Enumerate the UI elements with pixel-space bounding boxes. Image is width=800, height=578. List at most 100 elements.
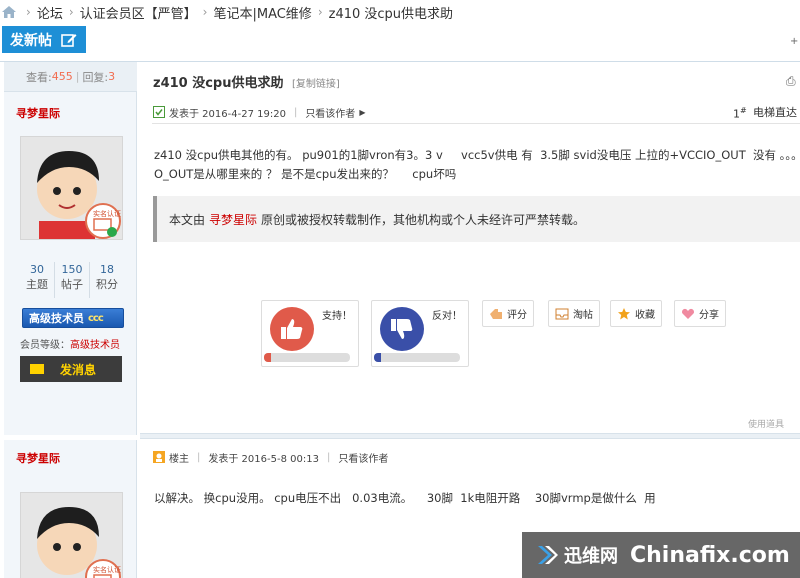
meta-separator: | bbox=[326, 451, 331, 463]
favorite-button[interactable]: 收藏 bbox=[610, 300, 662, 327]
verified-badge-text: 实名认证 bbox=[93, 210, 121, 218]
tray-icon bbox=[555, 308, 569, 319]
home-icon[interactable] bbox=[2, 6, 16, 18]
stat-value: 150 bbox=[61, 263, 83, 276]
support-label: 支持！ bbox=[322, 311, 352, 322]
chinafix-logo-icon bbox=[538, 546, 558, 564]
share-button[interactable]: 分享 bbox=[674, 300, 726, 327]
views-label: 查看: bbox=[26, 70, 52, 84]
meta-separator: | bbox=[293, 106, 298, 118]
post-date: 发表于 2016-4-27 19:20 bbox=[169, 108, 286, 120]
rate-label: 评分 bbox=[507, 310, 527, 321]
author-sidebar: 寻梦星际 实名认证 bbox=[4, 440, 137, 578]
stat-label: 帖子 bbox=[61, 278, 83, 291]
send-message-button[interactable]: 发消息 bbox=[20, 356, 122, 382]
heart-icon bbox=[681, 308, 695, 319]
stat-label: 积分 bbox=[96, 278, 118, 291]
views-count: 455 bbox=[51, 70, 73, 83]
post-content: 以解决。 换cpu没用。 cpu电压不出 0.03电流。 30脚 1k电阻开路 … bbox=[154, 491, 656, 505]
breadcrumb-laptop-repair[interactable]: 笔记本|MAC维修 bbox=[213, 3, 311, 22]
copy-link[interactable]: [复制链接] bbox=[292, 79, 340, 90]
stat-points[interactable]: 18 积分 bbox=[89, 262, 124, 298]
new-post-label: 发新帖 bbox=[10, 31, 52, 48]
new-post-button[interactable]: 发新帖 bbox=[2, 26, 86, 53]
stat-value: 30 bbox=[30, 263, 44, 276]
support-button[interactable]: 支持！ bbox=[261, 300, 359, 367]
breadcrumb-current-thread[interactable]: z410 没cpu供电求助 bbox=[329, 3, 453, 22]
stats-separator: | bbox=[75, 70, 80, 83]
caret-right-icon: ▶ bbox=[359, 107, 366, 117]
thread-stats: 查看: 455 | 回复: 3 bbox=[4, 62, 137, 92]
breadcrumb-forum[interactable]: 论坛 bbox=[37, 3, 63, 22]
copyright-prefix: 本文由 bbox=[169, 212, 206, 227]
author-name[interactable]: 寻梦星际 bbox=[16, 105, 60, 121]
rate-button[interactable]: 评分 bbox=[482, 300, 534, 327]
author-stats: 30 主题 150 帖子 18 积分 bbox=[20, 262, 124, 298]
collect-thread-button[interactable]: 淘帖 bbox=[548, 300, 600, 327]
rank-badge: 高级技术员 ccc bbox=[22, 308, 124, 328]
breadcrumb-separator: › bbox=[317, 5, 323, 19]
replies-count: 3 bbox=[108, 70, 116, 83]
stat-label: 主题 bbox=[26, 278, 48, 291]
watermark-en: Chinafix.com bbox=[630, 542, 790, 568]
scroll-fragment: + bbox=[790, 36, 799, 47]
post-date: 发表于 2016-5-8 00:13 bbox=[208, 453, 319, 465]
thread-title-text: z410 没cpu供电求助 bbox=[153, 76, 284, 91]
post-divider bbox=[140, 433, 800, 439]
author-sidebar: 寻梦星际 实名认证 30 主题 150 帖子 18 积分 高级技术员 ccc 会… bbox=[4, 92, 137, 435]
breadcrumb-separator: › bbox=[26, 5, 31, 19]
share-label: 分享 bbox=[699, 310, 719, 321]
floor-number: 1# bbox=[733, 106, 747, 121]
breadcrumb-certified-zone[interactable]: 认证会员区【严管】 bbox=[80, 3, 197, 22]
star-icon bbox=[618, 307, 630, 319]
print-icon[interactable]: ⎙ bbox=[786, 74, 796, 89]
copyright-notice: 本文由 寻梦星际 原创或被授权转载制作，其他机构或个人未经许可严禁转载。 bbox=[153, 196, 800, 242]
rank-label: 高级技术员 bbox=[29, 312, 84, 325]
only-author-link[interactable]: 只看该作者 bbox=[305, 105, 355, 120]
collect-thread-label: 淘帖 bbox=[573, 310, 593, 321]
post-content: z410 没cpu供电其他的有。 pu901的1脚vron有3。3 v vcc5… bbox=[154, 148, 800, 181]
author-name[interactable]: 寻梦星际 bbox=[16, 450, 60, 466]
replies-label: 回复: bbox=[82, 70, 109, 84]
send-message-label: 发消息 bbox=[60, 362, 97, 377]
breadcrumb-separator: › bbox=[68, 5, 74, 19]
level-value: 高级技术员 bbox=[70, 340, 120, 351]
rank-level-icon: ccc bbox=[88, 312, 104, 324]
floor-number-value: 1 bbox=[733, 107, 740, 121]
rate-icon bbox=[490, 308, 502, 319]
edit-icon bbox=[61, 33, 77, 47]
envelope-icon bbox=[30, 364, 44, 374]
post-meta: 发表于 2016-4-27 19:20 | 只看该作者 ▶ bbox=[153, 104, 365, 120]
only-author-link[interactable]: 只看该作者 bbox=[338, 450, 388, 465]
elevator-jump-link[interactable]: 电梯直达 bbox=[753, 104, 797, 120]
oppose-progress-fill bbox=[374, 353, 381, 362]
level-label: 会员等级： bbox=[20, 340, 70, 351]
support-progress-fill bbox=[264, 353, 271, 362]
thread-title: z410 没cpu供电求助 [复制链接] bbox=[153, 72, 340, 91]
thread-starter-icon bbox=[153, 451, 165, 463]
stat-topics[interactable]: 30 主题 bbox=[20, 262, 54, 298]
avatar-image bbox=[21, 137, 122, 239]
oppose-progress bbox=[374, 353, 460, 362]
copyright-author-link[interactable]: 寻梦星际 bbox=[209, 211, 257, 228]
floor-suffix: # bbox=[740, 106, 747, 115]
avatar[interactable]: 实名认证 bbox=[20, 136, 123, 240]
oppose-button[interactable]: 反对！ bbox=[371, 300, 469, 367]
thumbs-up-icon bbox=[270, 307, 314, 351]
breadcrumb-separator: › bbox=[202, 5, 208, 19]
post-meta: 楼主 | 发表于 2016-5-8 00:13 | 只看该作者 bbox=[153, 449, 388, 465]
thread-starter-label: 楼主 bbox=[169, 453, 189, 465]
verified-badge-text: 实名认证 bbox=[93, 566, 121, 574]
favorite-label: 收藏 bbox=[635, 310, 655, 321]
breadcrumb: › 论坛 › 认证会员区【严管】 › 笔记本|MAC维修 › z410 没cpu… bbox=[0, 0, 800, 24]
meta-separator: | bbox=[197, 451, 201, 463]
stat-value: 18 bbox=[100, 263, 114, 276]
online-status-icon bbox=[153, 106, 165, 118]
watermark: 迅维网 Chinafix.com bbox=[522, 532, 800, 578]
avatar[interactable]: 实名认证 bbox=[20, 492, 123, 578]
member-level: 会员等级：高级技术员 bbox=[20, 336, 120, 351]
use-tools-link[interactable]: 使用道具 bbox=[748, 417, 784, 430]
watermark-cn: 迅维网 bbox=[564, 546, 618, 567]
stat-posts[interactable]: 150 帖子 bbox=[54, 262, 89, 298]
support-progress bbox=[264, 353, 350, 362]
